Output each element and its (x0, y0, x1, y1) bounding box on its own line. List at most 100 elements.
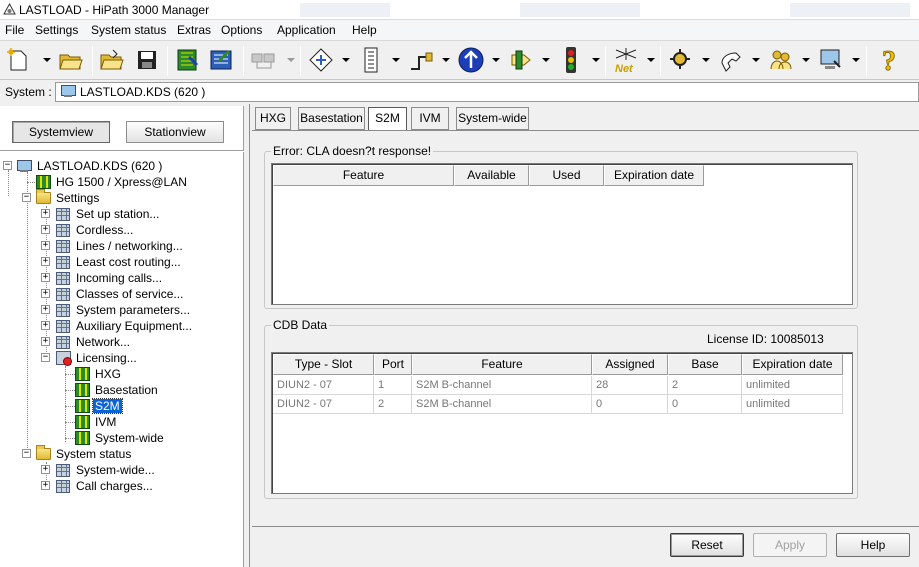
open-button[interactable] (55, 44, 87, 76)
tree-item-hxg[interactable]: HXG (75, 366, 123, 382)
expand-toggle[interactable]: + (41, 273, 50, 282)
column-header[interactable]: Available (454, 165, 529, 186)
tab-s2m[interactable]: S2M (368, 107, 407, 131)
tree-item-hg[interactable]: HG 1500 / Xpress@LAN (36, 174, 189, 190)
expand-toggle[interactable]: + (41, 241, 50, 250)
reset-button[interactable]: Reset (670, 533, 744, 557)
network-dropdown[interactable] (287, 58, 295, 62)
expand-toggle[interactable]: + (41, 337, 50, 346)
stationview-button[interactable]: Stationview (126, 121, 224, 143)
transfer-button[interactable] (172, 44, 204, 76)
tree-item-status-system-wide[interactable]: System-wide... (56, 462, 157, 478)
modem-dropdown[interactable] (392, 58, 400, 62)
column-header[interactable]: Port (374, 354, 412, 375)
menu-application[interactable]: Application (276, 23, 337, 37)
expand-toggle[interactable]: + (41, 257, 50, 266)
collapse-toggle[interactable]: − (3, 161, 12, 170)
expand-toggle[interactable]: + (41, 321, 50, 330)
tree-item-settings[interactable]: Settings (36, 189, 101, 206)
column-header[interactable]: Expiration date (742, 354, 843, 375)
tree-item-lines-networking[interactable]: Lines / networking... (56, 238, 185, 254)
expand-toggle[interactable]: + (41, 305, 50, 314)
collapse-toggle[interactable]: − (22, 193, 31, 202)
new-file-dropdown[interactable] (43, 58, 51, 62)
gear-tools-dropdown[interactable] (702, 58, 710, 62)
tree-item-s2m[interactable]: S2M (75, 398, 123, 414)
tree-item-incoming-calls[interactable]: Incoming calls... (56, 270, 164, 286)
net-dropdown[interactable] (647, 58, 655, 62)
systemview-button[interactable]: Systemview (12, 121, 110, 143)
tree-item-call-charges[interactable]: Call charges... (56, 478, 155, 494)
system-field[interactable]: LASTLOAD.KDS (620 ) (55, 82, 919, 102)
route-button[interactable] (405, 44, 437, 76)
cdb-table[interactable]: Type - Slot Port Feature Assigned Base E… (271, 352, 853, 494)
tree-item-classes-of-service[interactable]: Classes of service... (56, 286, 185, 302)
menu-file[interactable]: File (4, 23, 25, 37)
tag-button[interactable] (505, 44, 537, 76)
tree-item-system-parameters[interactable]: System parameters... (56, 302, 192, 318)
tag-dropdown[interactable] (542, 58, 550, 62)
globe-dropdown[interactable] (492, 58, 500, 62)
globe-arrows-button[interactable] (455, 44, 487, 76)
collapse-toggle[interactable]: − (22, 449, 31, 458)
handset-dropdown[interactable] (752, 58, 760, 62)
menu-options[interactable]: Options (220, 23, 263, 37)
expand-toggle[interactable]: + (41, 465, 50, 474)
expand-toggle[interactable]: + (41, 225, 50, 234)
column-header[interactable]: Type - Slot (273, 354, 374, 375)
tree-item-ivm[interactable]: IVM (75, 414, 118, 430)
computer-config-button[interactable] (815, 44, 847, 76)
table-row[interactable]: DIUN2 - 07 1 S2M B-channel 28 2 unlimite… (273, 376, 843, 395)
column-header[interactable]: Expiration date (604, 165, 704, 186)
expand-toggle[interactable]: + (41, 209, 50, 218)
column-header[interactable]: Base (668, 354, 742, 375)
tab-ivm[interactable]: IVM (411, 107, 449, 130)
save-button[interactable] (131, 44, 163, 76)
tab-basestation[interactable]: Basestation (298, 107, 365, 130)
traffic-light-dropdown[interactable] (592, 58, 600, 62)
column-header[interactable]: Assigned (592, 354, 668, 375)
feature-table[interactable]: Feature Available Used Expiration date (271, 163, 853, 305)
tree-item-auxiliary-equipment[interactable]: Auxiliary Equipment... (56, 318, 194, 334)
net-button[interactable]: Net (610, 44, 642, 76)
expand-toggle[interactable]: + (41, 481, 50, 490)
people-dropdown[interactable] (802, 58, 810, 62)
modem-button[interactable] (355, 44, 387, 76)
tree-root[interactable]: LASTLOAD.KDS (620 ) (16, 158, 164, 174)
handset-button[interactable] (715, 44, 747, 76)
traffic-light-button[interactable] (555, 44, 587, 76)
new-file-button[interactable] (2, 44, 34, 76)
menu-extras[interactable]: Extras (176, 23, 212, 37)
route-dropdown[interactable] (442, 58, 450, 62)
column-header[interactable]: Used (529, 165, 604, 186)
menu-settings[interactable]: Settings (34, 23, 79, 37)
apply-button[interactable]: Apply (753, 533, 827, 557)
tree-item-system-status[interactable]: System status (36, 445, 133, 462)
expand-toggle[interactable]: + (41, 289, 50, 298)
column-header[interactable]: Feature (412, 354, 592, 375)
menu-help[interactable]: Help (351, 23, 378, 37)
tree-item-network[interactable]: Network... (56, 334, 132, 350)
table-row[interactable]: DIUN2 - 07 2 S2M B-channel 0 0 unlimited (273, 395, 843, 414)
collapse-toggle[interactable]: − (41, 353, 50, 362)
diagram-dropdown[interactable] (342, 58, 350, 62)
column-header[interactable]: Feature (273, 165, 454, 186)
network-disabled-button[interactable] (248, 44, 280, 76)
tree-item-setup-station[interactable]: Set up station... (56, 206, 161, 222)
tab-system-wide[interactable]: System-wide (456, 107, 529, 130)
help-button[interactable]: Help (836, 533, 910, 557)
computer-config-dropdown[interactable] (852, 58, 860, 62)
diagram-button[interactable] (305, 44, 337, 76)
tab-hxg[interactable]: HXG (255, 107, 291, 130)
tree-item-licensing[interactable]: Licensing... (56, 350, 139, 366)
open-alt-button[interactable] (96, 44, 128, 76)
people-button[interactable] (765, 44, 797, 76)
tree-item-system-wide[interactable]: System-wide (75, 430, 166, 446)
tree-item-least-cost-routing[interactable]: Least cost routing... (56, 254, 183, 270)
tree-item-cordless[interactable]: Cordless... (56, 222, 135, 238)
gear-tools-button[interactable] (665, 44, 697, 76)
menu-system-status[interactable]: System status (90, 23, 167, 37)
transfer-all-button[interactable] (206, 44, 238, 76)
help-toolbar-button[interactable]: ? (874, 44, 906, 76)
tree-item-basestation[interactable]: Basestation (75, 382, 160, 398)
